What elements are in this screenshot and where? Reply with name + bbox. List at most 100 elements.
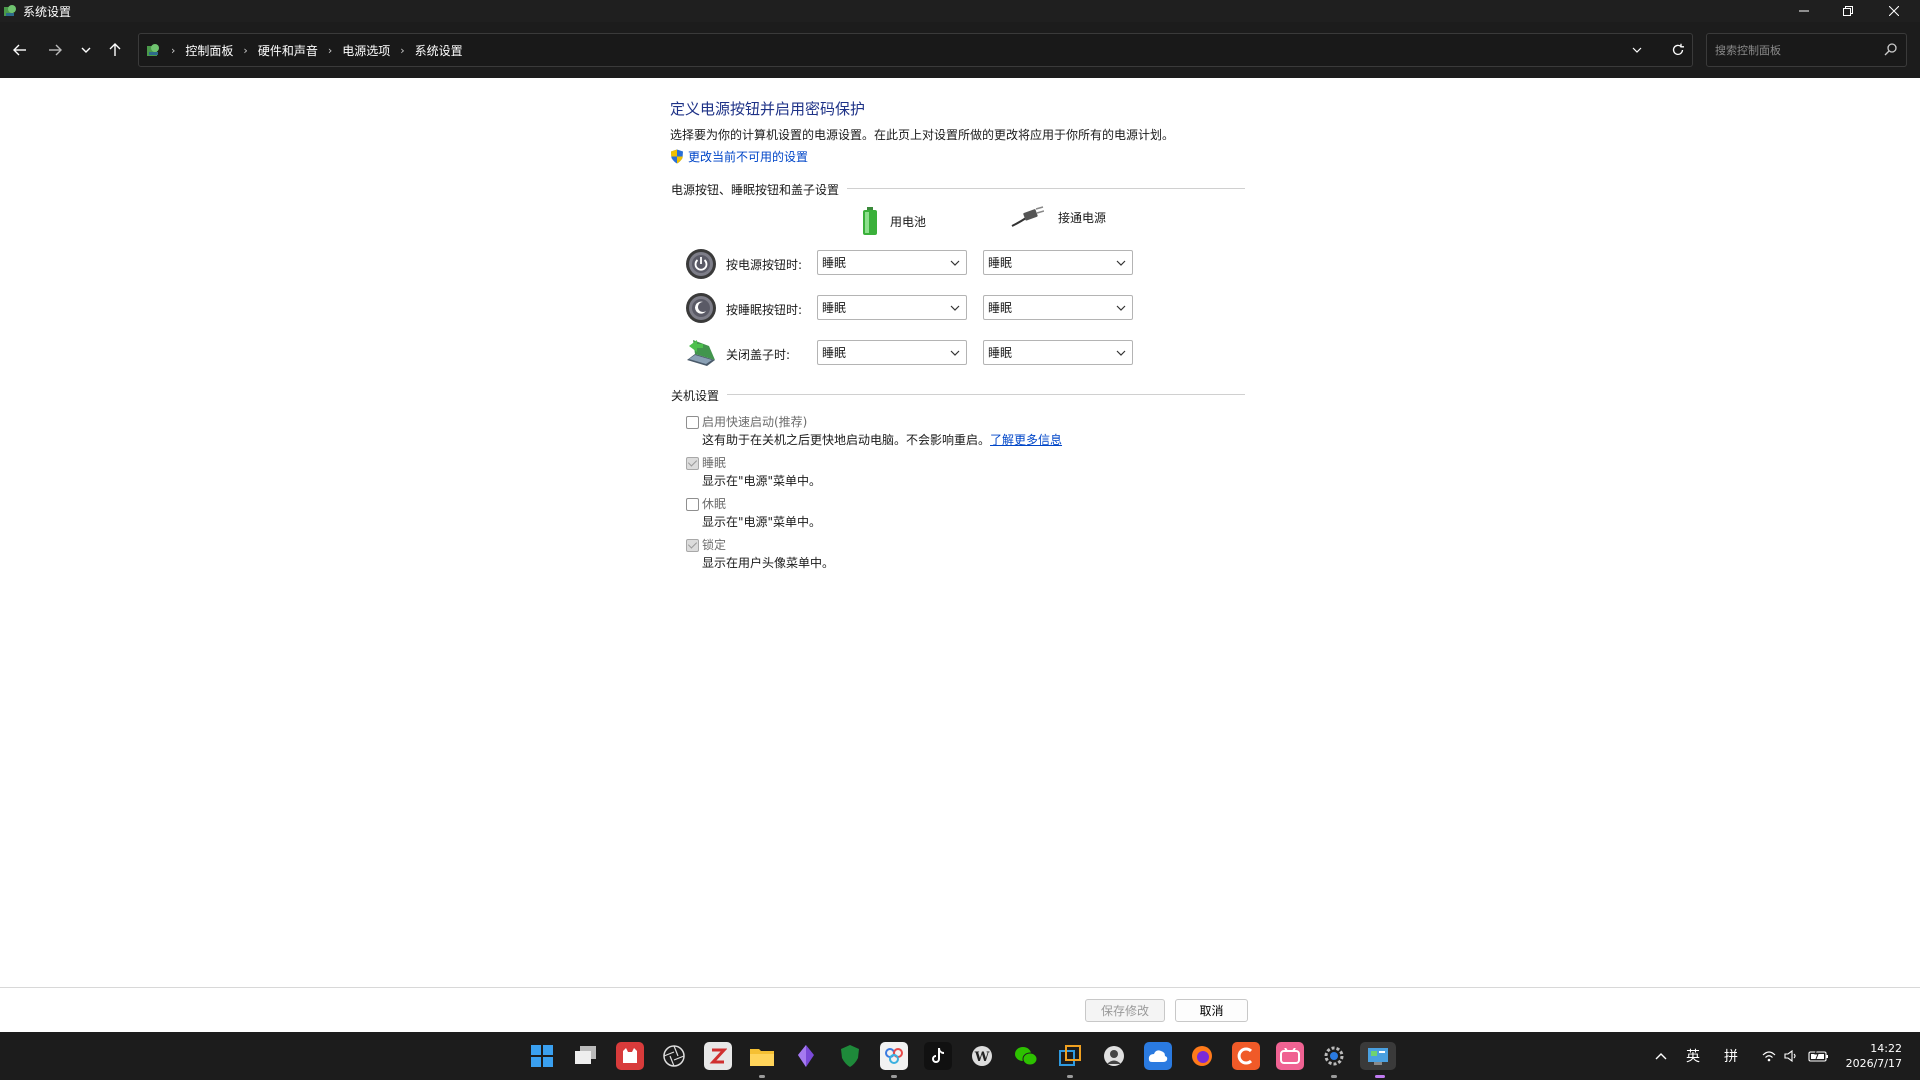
select-value: 睡眠: [822, 301, 847, 315]
taskbar-app-aperture[interactable]: [660, 1042, 688, 1070]
ac-column-header: 接通电源: [1010, 206, 1106, 228]
power-plug-icon: [1011, 206, 1044, 227]
lid-close-label: 关闭盖子时:: [726, 348, 791, 362]
gear-icon: [1324, 1046, 1344, 1066]
window-manager-icon: [1059, 1045, 1081, 1066]
volume-icon[interactable]: [1784, 1050, 1798, 1062]
clock-date: 2026/7/17: [1845, 1057, 1902, 1070]
select-value: 睡眠: [988, 346, 1013, 360]
main-content: 定义电源按钮并启用密码保护 选择要为你的计算机设置的电源设置。在此页上对设置所做…: [0, 78, 1920, 987]
fast-startup-label: 启用快速启动(推荐): [702, 415, 808, 429]
breadcrumb-item[interactable]: 电源选项: [342, 42, 390, 59]
minimize-button[interactable]: [1782, 0, 1826, 22]
breadcrumb-item[interactable]: 系统设置: [415, 42, 463, 59]
windows-logo-icon: [531, 1045, 553, 1067]
breadcrumb-item[interactable]: 硬件和声音: [258, 42, 318, 59]
sleep-checkbox[interactable]: [686, 457, 699, 470]
breadcrumb: › 控制面板 › 硬件和声音 › 电源选项 › 系统设置: [145, 34, 463, 66]
address-bar[interactable]: › 控制面板 › 硬件和声音 › 电源选项 › 系统设置: [138, 33, 1693, 67]
sleep-description: 显示在"电源"菜单中。: [702, 474, 822, 488]
taskbar-app-firefox[interactable]: [1188, 1042, 1216, 1070]
arrow-right-icon: [49, 44, 62, 56]
cancel-button[interactable]: 取消: [1175, 999, 1248, 1022]
security-shield-icon: [841, 1045, 859, 1067]
back-button[interactable]: [8, 38, 32, 62]
taskbar-app-z[interactable]: [704, 1042, 732, 1070]
taskbar-app-avatar[interactable]: [1100, 1042, 1128, 1070]
lock-checkbox[interactable]: [686, 539, 699, 552]
taskbar-app-c[interactable]: [1232, 1042, 1260, 1070]
page-title: 定义电源按钮并启用密码保护: [670, 100, 866, 118]
fast-startup-description: 这有助于在关机之后更快地启动电脑。不会影响重启。了解更多信息: [702, 431, 1062, 448]
learn-more-link[interactable]: 了解更多信息: [990, 433, 1062, 447]
power-button-battery-select[interactable]: 睡眠: [817, 250, 967, 275]
aperture-icon: [663, 1045, 685, 1067]
taskbar-app-shield-green[interactable]: [836, 1042, 864, 1070]
section-divider: [727, 394, 1245, 395]
taskbar-file-explorer[interactable]: [748, 1042, 776, 1070]
restore-button[interactable]: [1826, 0, 1870, 22]
bilibili-icon: [1280, 1048, 1300, 1064]
taskbar-app-purple[interactable]: [792, 1042, 820, 1070]
sleep-button-battery-select[interactable]: 睡眠: [817, 295, 967, 320]
change-settings-link[interactable]: 更改当前不可用的设置: [670, 148, 808, 165]
power-button-icon: [686, 249, 716, 279]
close-button[interactable]: [1872, 0, 1916, 22]
taskbar-app-red-cat[interactable]: [616, 1042, 644, 1070]
taskbar-app-settings[interactable]: [1320, 1042, 1348, 1070]
power-section-title: 电源按钮、睡眠按钮和盖子设置: [671, 183, 840, 197]
chevron-down-icon: [950, 350, 960, 356]
input-language-indicator[interactable]: 英: [1686, 1046, 1700, 1066]
hibernate-checkbox[interactable]: [686, 498, 699, 511]
select-value: 睡眠: [988, 301, 1013, 315]
wechat-icon: [1015, 1047, 1038, 1066]
control-panel-icon: [147, 44, 159, 56]
forward-button[interactable]: [43, 38, 67, 62]
sleep-button-label: 按睡眠按钮时:: [726, 303, 803, 317]
z-app-icon: [709, 1048, 727, 1064]
arrow-up-icon: [109, 43, 121, 56]
svg-text:W: W: [974, 1050, 990, 1065]
up-button[interactable]: [103, 38, 127, 62]
chevron-down-icon: [81, 47, 91, 53]
refresh-button[interactable]: [1666, 38, 1690, 62]
taskbar-app-wordpress[interactable]: W: [968, 1042, 996, 1070]
taskbar-app-baidu-netdisk[interactable]: [880, 1042, 908, 1070]
taskbar-app-cloud[interactable]: [1144, 1042, 1172, 1070]
power-button-ac-select[interactable]: 睡眠: [983, 250, 1133, 275]
search-input[interactable]: [1715, 40, 1875, 60]
running-indicator: [759, 1075, 765, 1078]
tray-expand-icon[interactable]: [1655, 1051, 1667, 1061]
lid-close-ac-select[interactable]: 睡眠: [983, 340, 1133, 365]
taskbar-app-squares[interactable]: [1056, 1042, 1084, 1070]
task-view-button[interactable]: [572, 1042, 600, 1070]
taskbar-app-control-panel[interactable]: [1360, 1042, 1396, 1070]
system-clock[interactable]: 14:22 2026/7/17: [1838, 1041, 1902, 1071]
fast-startup-checkbox[interactable]: [686, 416, 699, 429]
running-indicator: [1067, 1075, 1073, 1078]
search-icon[interactable]: [1884, 42, 1898, 56]
wordpress-icon: W: [972, 1046, 992, 1066]
chevron-down-icon: [950, 305, 960, 311]
breadcrumb-item[interactable]: 控制面板: [185, 42, 233, 59]
breadcrumb-separator: ›: [171, 43, 176, 57]
taskbar-app-tiktok[interactable]: [924, 1042, 952, 1070]
address-history-button[interactable]: [1627, 40, 1647, 60]
taskbar-app-bilibili[interactable]: [1276, 1042, 1304, 1070]
taskbar-app-wechat[interactable]: [1012, 1042, 1040, 1070]
sleep-button-ac-select[interactable]: 睡眠: [983, 295, 1133, 320]
recent-locations-button[interactable]: [74, 38, 98, 62]
cat-app-icon: [623, 1048, 637, 1063]
running-indicator: [1331, 1075, 1337, 1078]
select-value: 睡眠: [822, 256, 847, 270]
lid-close-battery-select[interactable]: 睡眠: [817, 340, 967, 365]
chevron-down-icon: [1632, 47, 1642, 53]
save-changes-button[interactable]: 保存修改: [1085, 999, 1165, 1022]
footer: 保存修改 取消: [0, 988, 1920, 1032]
ime-mode-indicator[interactable]: 拼: [1724, 1046, 1738, 1066]
wifi-icon[interactable]: [1762, 1050, 1776, 1062]
search-box[interactable]: [1706, 33, 1907, 67]
start-button[interactable]: [528, 1042, 556, 1070]
battery-charging-icon[interactable]: [1808, 1049, 1830, 1063]
minimize-icon: [1799, 10, 1809, 12]
